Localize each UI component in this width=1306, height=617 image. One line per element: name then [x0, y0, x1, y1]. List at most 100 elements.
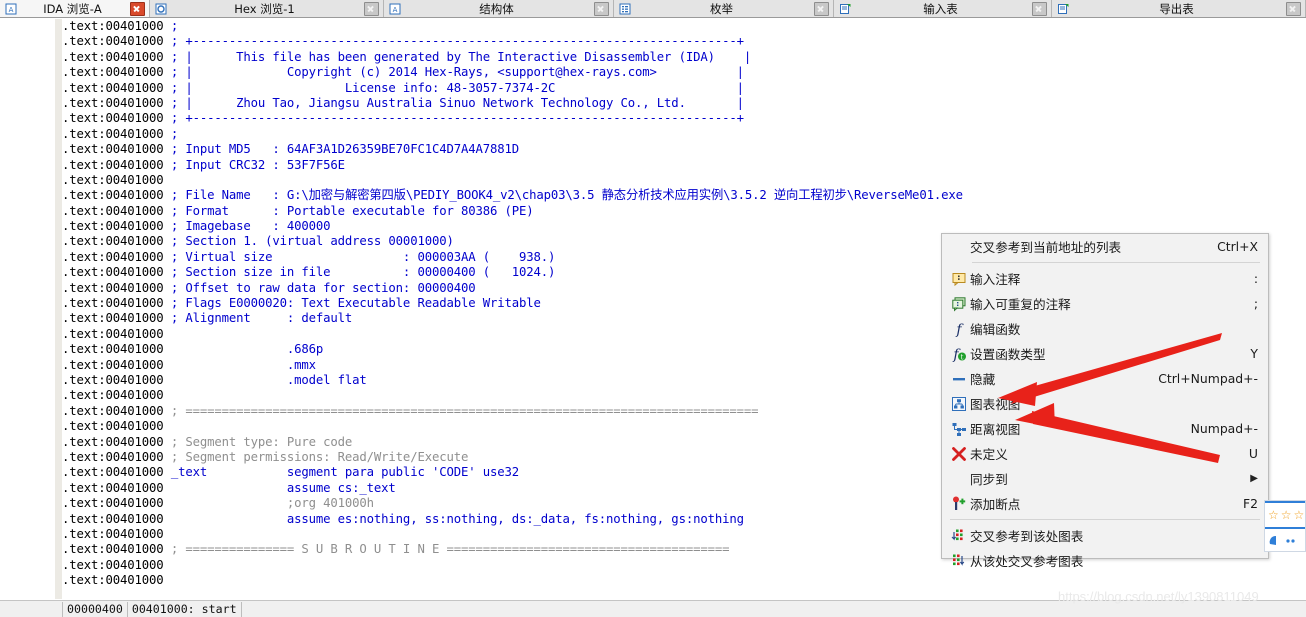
line-text: ; Input CRC32 : 53F7F56E: [170, 157, 345, 172]
line-address: .text:00401000: [62, 188, 164, 203]
line-text: _text segment para public 'CODE' use32: [170, 465, 519, 480]
close-icon[interactable]: [1286, 1, 1301, 16]
line-address: .text:00401000: [62, 95, 164, 110]
menu-item-shortcut: Numpad+-: [1190, 421, 1258, 436]
line-address: .text:00401000: [62, 557, 164, 572]
tab-4[interactable]: 枚举: [614, 0, 834, 17]
menu-item-label: 隐藏: [970, 372, 996, 387]
menu-item-shortcut: F2: [1242, 496, 1258, 511]
line-address: .text:00401000: [62, 342, 164, 357]
disassembly-line[interactable]: .text:00401000 ;: [62, 127, 1306, 142]
menu-item-15[interactable]: 从该处交叉参考图表: [942, 548, 1268, 573]
hex-view-icon: [154, 2, 167, 15]
menu-item-6[interactable]: f t 设置函数类型 Y: [942, 341, 1268, 366]
line-address: .text:00401000: [62, 496, 164, 511]
menu-item-shortcut: :: [1253, 271, 1258, 286]
disassembly-line[interactable]: .text:00401000 ; Input CRC32 : 53F7F56E: [62, 158, 1306, 173]
disassembly-line[interactable]: .text:00401000: [62, 573, 1306, 588]
line-address: .text:00401000: [62, 126, 164, 141]
disassembly-line[interactable]: .text:00401000 ; | License info: 48-3057…: [62, 81, 1306, 96]
line-text: ; Alignment : default: [170, 311, 353, 326]
menu-item-12[interactable]: 添加断点 F2: [942, 491, 1268, 516]
menu-item-no-icon: [948, 470, 970, 488]
tab-1[interactable]: A IDA 浏览-A: [0, 0, 150, 17]
menu-item-label: 交叉参考到该处图表: [970, 529, 1084, 544]
enums-icon: [618, 2, 631, 15]
menu-item-9[interactable]: 距离视图 Numpad+-: [942, 416, 1268, 441]
tab-5[interactable]: 输入表: [834, 0, 1052, 17]
menu-item-3[interactable]: 输入注释:: [942, 266, 1268, 291]
line-address: .text:00401000: [62, 249, 164, 264]
undefine-x-icon: [948, 445, 970, 463]
line-text: assume cs:_text: [170, 480, 396, 495]
line-text: ; Format : Portable executable for 80386…: [170, 203, 534, 218]
function-italic-f-icon: f: [948, 320, 970, 338]
menu-item-shortcut: ;: [1253, 296, 1258, 311]
line-address: .text:00401000: [62, 280, 164, 295]
line-address: .text:00401000: [62, 111, 164, 126]
tab-label: 枚举: [710, 1, 733, 16]
menu-item-label: 输入注释: [970, 272, 1021, 287]
close-icon[interactable]: [1032, 1, 1047, 16]
disassembly-line[interactable]: .text:00401000: [62, 173, 1306, 188]
status-location: 00401000: start: [127, 601, 242, 617]
disassembly-line[interactable]: .text:00401000 ;: [62, 19, 1306, 34]
menu-item-label: 交叉参考到当前地址的列表: [970, 240, 1122, 255]
tab-2[interactable]: Hex 浏览-1: [150, 0, 384, 17]
tab-3[interactable]: A 结构体: [384, 0, 614, 17]
menu-item-8[interactable]: 图表视图: [942, 391, 1268, 416]
line-address: .text:00401000: [62, 434, 164, 449]
menu-item-11[interactable]: 同步到 ▶: [942, 466, 1268, 491]
structures-icon: A: [388, 2, 401, 15]
floating-rating-widget[interactable]: ☆ ☆ ☆: [1264, 500, 1306, 552]
menu-item-label: 未定义: [970, 447, 1008, 462]
disassembly-line[interactable]: .text:00401000 ; | Copyright (c) 2014 He…: [62, 65, 1306, 80]
svg-text:A: A: [392, 6, 397, 14]
disassembly-line[interactable]: .text:00401000 ; File Name : G:\加密与解密第四版…: [62, 188, 1306, 203]
line-text: .model flat: [170, 372, 367, 387]
widget-stars-row[interactable]: ☆ ☆ ☆: [1265, 503, 1305, 527]
line-text: ; | License info: 48-3057-7374-2C |: [170, 80, 744, 95]
comment-icon[interactable]: [1268, 534, 1282, 548]
star-icon[interactable]: ☆: [1281, 509, 1292, 521]
watermark: https://blog.csdn.net/ly1390811049: [1058, 589, 1259, 604]
more-icon[interactable]: [1284, 534, 1298, 548]
tab-6[interactable]: 导出表: [1052, 0, 1306, 17]
menu-item-label: 输入可重复的注释: [970, 297, 1071, 312]
close-icon[interactable]: [814, 1, 829, 16]
close-icon[interactable]: [594, 1, 609, 16]
menu-item-label: 添加断点: [970, 497, 1021, 512]
close-icon[interactable]: [364, 1, 379, 16]
line-text: assume es:nothing, ss:nothing, ds:_data,…: [170, 511, 744, 526]
line-text: ; ======================================…: [170, 403, 759, 418]
line-address: .text:00401000: [62, 65, 164, 80]
tab-bar: A IDA 浏览-A Hex 浏览-1 A 结构体 枚举 输入表 导出表: [0, 0, 1306, 18]
menu-item-1[interactable]: 交叉参考到当前地址的列表 Ctrl+X: [942, 234, 1268, 259]
disassembly-line[interactable]: .text:00401000 ; | This file has been ge…: [62, 50, 1306, 65]
menu-item-14[interactable]: 交叉参考到该处图表: [942, 523, 1268, 548]
widget-actions-row[interactable]: [1265, 529, 1305, 551]
disassembly-line[interactable]: .text:00401000 ; | Zhou Tao, Jiangsu Aus…: [62, 96, 1306, 111]
star-icon[interactable]: ☆: [1294, 509, 1305, 521]
menu-item-shortcut: Y: [1250, 346, 1258, 361]
line-text: ; File Name : G:\加密与解密第四版\PEDIY_BOOK4_v2…: [170, 188, 963, 203]
disassembly-line[interactable]: .text:00401000 ; Input MD5 : 64AF3A1D263…: [62, 142, 1306, 157]
line-address: .text:00401000: [62, 326, 164, 341]
menu-item-5[interactable]: f 编辑函数: [942, 316, 1268, 341]
svg-text:A: A: [8, 6, 13, 14]
menu-item-4[interactable]: 输入可重复的注释;: [942, 291, 1268, 316]
exports-icon: [1056, 2, 1069, 15]
disassembly-line[interactable]: .text:00401000 ; +----------------------…: [62, 111, 1306, 126]
menu-item-label: 距离视图: [970, 422, 1021, 437]
line-text: .mmx: [170, 357, 316, 372]
star-icon[interactable]: ☆: [1268, 509, 1279, 521]
line-text: ; Virtual size : 000003AA ( 938.): [170, 249, 556, 264]
disassembly-line[interactable]: .text:00401000 ; +----------------------…: [62, 34, 1306, 49]
close-icon[interactable]: [130, 1, 145, 16]
disassembly-line[interactable]: .text:00401000 ; Format : Portable execu…: [62, 204, 1306, 219]
menu-item-10[interactable]: 未定义 U: [942, 441, 1268, 466]
menu-item-7[interactable]: 隐藏 Ctrl+Numpad+-: [942, 366, 1268, 391]
context-menu[interactable]: 交叉参考到当前地址的列表 Ctrl+X 输入注释: 输入可重复的注释; f 编辑函数 f t 设…: [941, 233, 1269, 569]
line-address: .text:00401000: [62, 34, 164, 49]
line-text: ; Input MD5 : 64AF3A1D26359BE70FC1C4D7A4…: [170, 142, 519, 157]
